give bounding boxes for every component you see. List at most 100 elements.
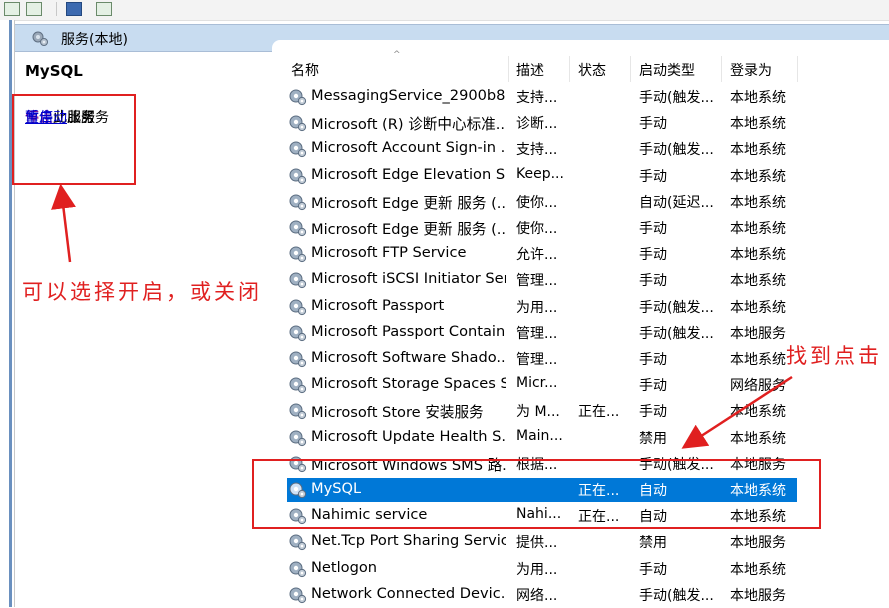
service-logon-cell: 本地系统 [730,299,786,316]
service-description-cell: Keep... [516,165,564,182]
service-name-cell: Microsoft Account Sign-in ... [311,139,506,157]
service-description-cell: 允许... [516,247,558,264]
service-startup-type-cell: 手动(触发... [639,90,714,106]
service-gear-icon [289,194,307,210]
service-gear-icon [289,377,307,394]
services-gear-icon [32,31,48,46]
service-gear-icon [289,403,307,420]
service-logon-cell: 本地系统 [730,352,786,368]
service-gear-icon [289,325,307,341]
service-logon-cell: 本地服务 [730,325,786,342]
service-startup-type-cell: 禁用 [639,430,667,447]
service-name-cell: Microsoft Storage Spaces S... [311,375,506,393]
service-description-cell: 诊断... [516,116,558,133]
properties-icon[interactable] [4,2,20,16]
service-name-cell: Microsoft Edge 更新 服务 (... [311,221,506,238]
service-name-cell: Microsoft Passport [311,296,445,314]
service-gear-icon [289,299,307,315]
service-startup-type-cell: 手动 [639,561,667,578]
service-logon-cell: 本地系统 [730,90,786,106]
service-description-cell: 提供... [516,535,558,552]
service-name-cell: MessagingService_2900b8... [311,87,506,104]
left-annotation: 可以选择开启，或关闭 [22,280,262,304]
right-annotation: 找到点击 [786,344,882,368]
service-logon-cell: 本地系统 [730,273,786,290]
service-description-cell: 为 M... [516,404,560,421]
service-name-cell: Netlogon [311,558,378,576]
service-startup-type-cell: 手动 [639,168,667,185]
service-startup-type-cell: 手动 [639,404,667,421]
selected-service-title: MySQL [25,62,83,80]
service-description-cell: 为用... [516,561,558,578]
service-startup-type-cell: 手动(触发... [639,587,714,604]
service-gear-icon [289,246,307,263]
service-gear-icon [289,168,307,184]
service-startup-type-cell: 手动 [639,352,667,368]
header-title: 服务(本地) [61,32,128,48]
service-gear-icon [289,561,307,577]
service-logon-cell: 网络服务 [730,378,786,395]
service-logon-cell: 本地系统 [730,430,786,447]
service-description-cell: 使你... [516,194,558,211]
service-name-cell: Microsoft Passport Container [311,322,506,340]
service-startup-type-cell: 手动(触发... [639,325,714,342]
mysql-highlight-box [252,459,821,529]
service-gear-icon [289,430,307,446]
service-logon-cell: 本地系统 [730,194,786,211]
view-icon[interactable] [96,2,112,16]
service-logon-cell: 本地系统 [730,168,786,185]
service-logon-cell: 本地系统 [730,142,786,159]
service-gear-icon [289,587,307,603]
service-logon-cell: 本地服务 [730,535,786,552]
service-gear-icon [289,351,307,368]
service-startup-type-cell: 手动 [639,273,667,290]
service-gear-icon [289,115,307,132]
column-header-status[interactable]: 状态 [578,60,606,82]
toolbar [0,0,889,21]
service-description-cell: 为用... [516,299,558,316]
service-description-cell: 管理... [516,273,558,290]
service-name-cell: Network Connected Devic... [311,584,506,602]
column-header-startup-type[interactable]: 启动类型 [639,60,695,82]
service-gear-icon [289,534,307,551]
service-logon-cell: 本地服务 [730,587,786,604]
service-description-cell: Main... [516,427,563,444]
service-name-cell: Net.Tcp Port Sharing Service [311,532,506,550]
service-logon-cell: 本地系统 [730,221,786,237]
service-logon-cell: 本地系统 [730,404,786,421]
service-logon-cell: 本地系统 [730,247,786,264]
service-logon-cell: 本地系统 [730,116,786,133]
service-startup-type-cell: 手动 [639,221,667,237]
service-startup-type-cell: 手动(触发... [639,299,714,316]
service-name-cell: Microsoft (R) 诊断中心标准... [311,116,506,134]
service-name-cell: Microsoft Edge Elevation S... [311,165,506,183]
service-status-cell: 正在... [578,404,620,421]
sort-indicator-icon: ^ [393,50,401,60]
service-gear-icon [289,220,307,237]
service-description-cell: 网络... [516,587,558,604]
service-description-cell: Micr... [516,375,558,392]
service-gear-icon [289,141,307,158]
column-header-description[interactable]: 描述 [516,60,544,82]
service-startup-type-cell: 手动 [639,247,667,264]
service-name-cell: Microsoft FTP Service [311,244,467,262]
service-startup-type-cell: 手动 [639,378,667,395]
help-icon[interactable] [66,2,82,16]
service-description-cell: 使你... [516,221,558,237]
toolbar-separator [56,2,57,16]
service-description-cell: 支持... [516,90,558,106]
service-startup-type-cell: 手动 [639,116,667,133]
service-description-cell: 管理... [516,325,558,342]
service-startup-type-cell: 自动(延迟... [639,194,714,211]
export-icon[interactable] [26,2,42,16]
column-header-name[interactable]: 名称 [291,60,319,82]
service-name-cell: Microsoft Update Health S... [311,427,506,445]
service-name-cell: Microsoft iSCSI Initiator Ser... [311,270,506,288]
column-header-logon-as[interactable]: 登录为 [730,60,772,82]
arrow-to-actions [51,183,76,263]
service-name-cell: Microsoft Edge 更新 服务 (... [311,194,506,212]
service-gear-icon [289,89,307,106]
service-name-cell: Microsoft Store 安装服务 [311,404,484,422]
service-description-cell: 管理... [516,352,558,368]
service-description-cell: 支持... [516,142,558,159]
